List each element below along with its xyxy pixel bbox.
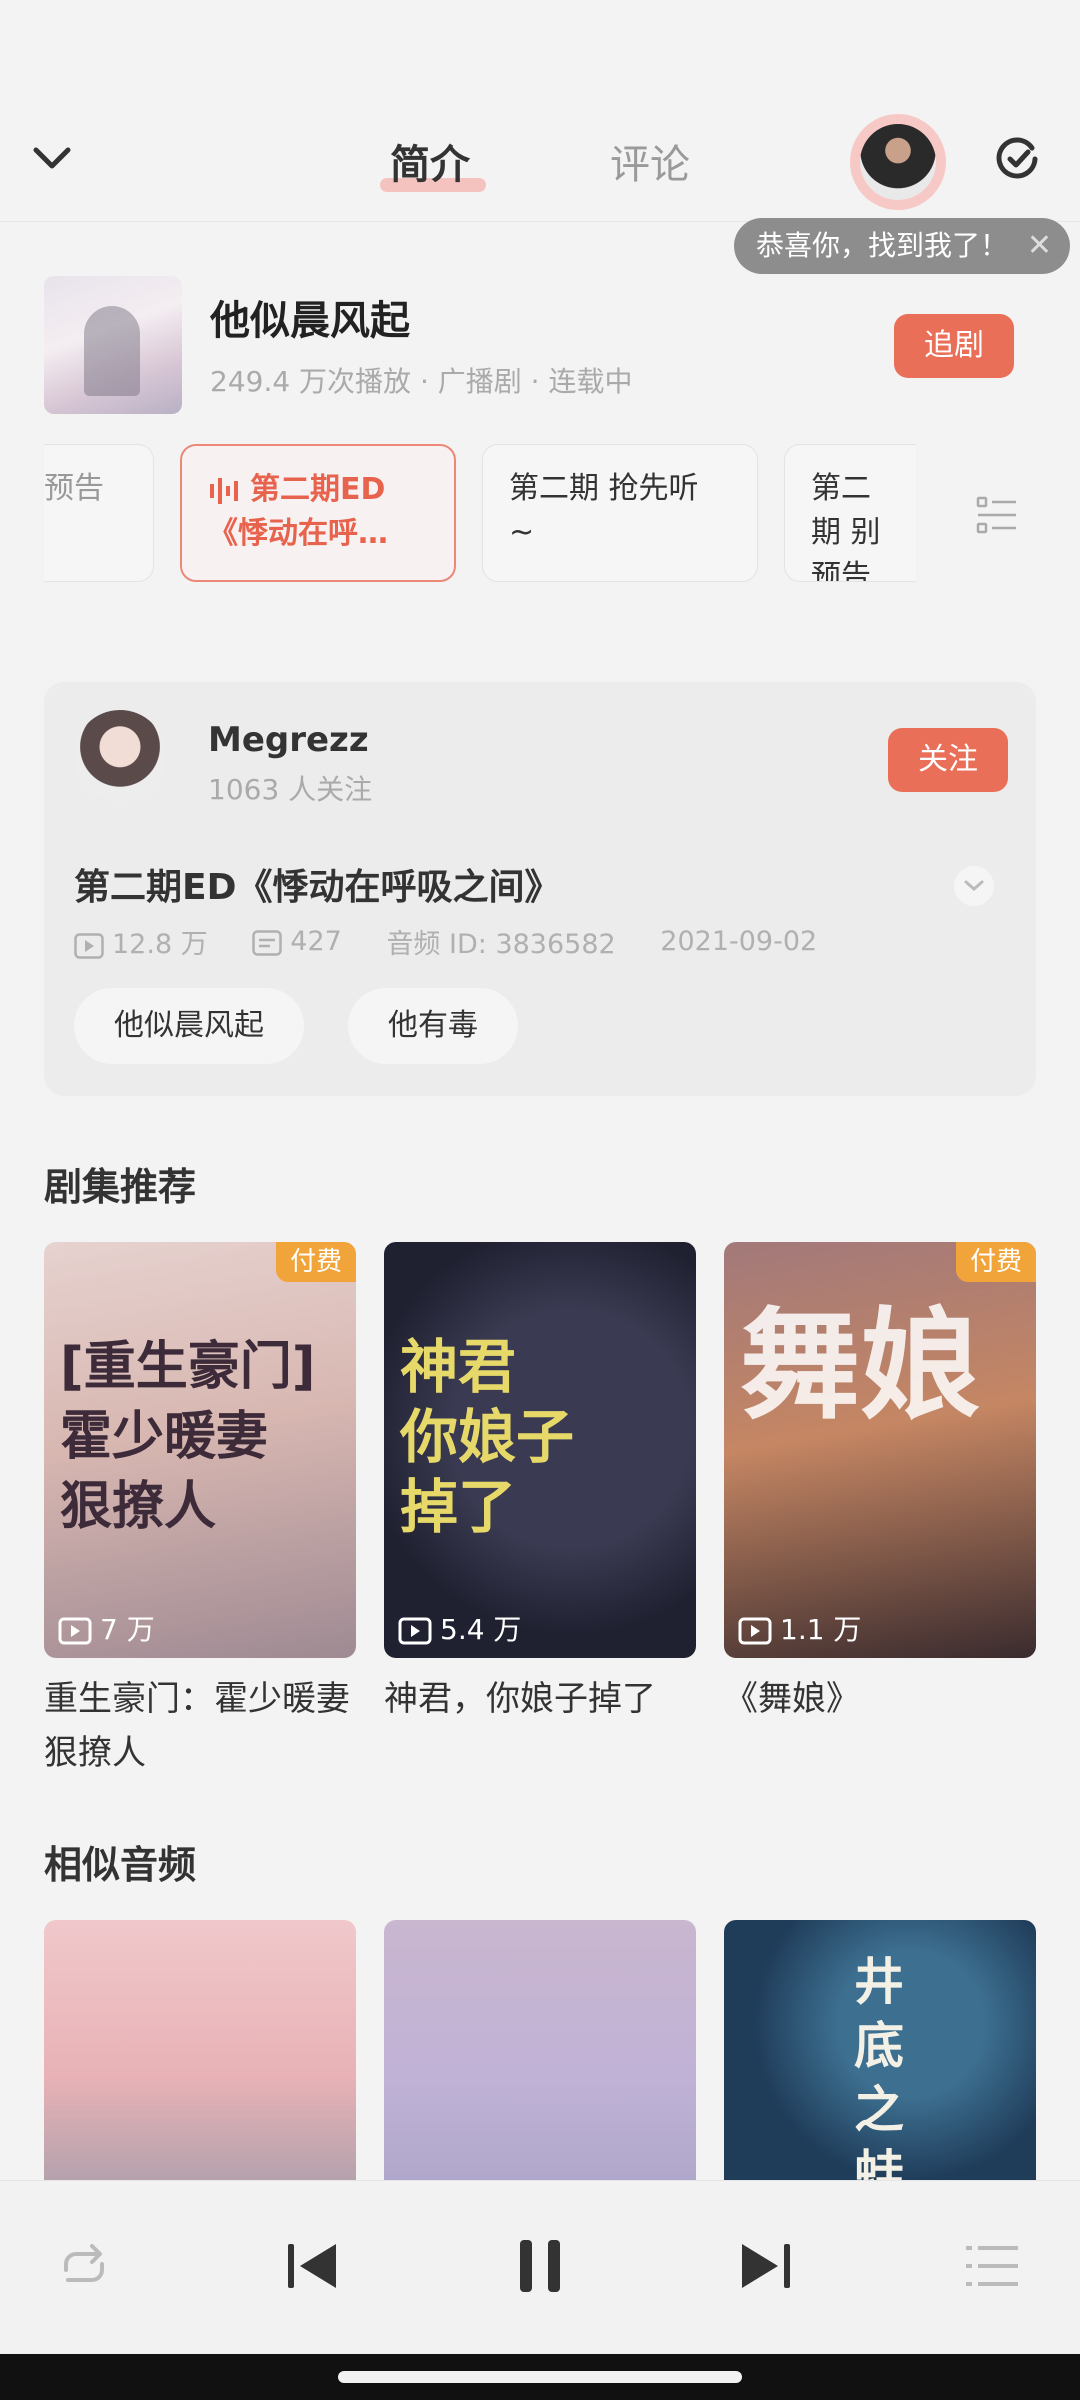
author-followers: 1063 人关注 — [208, 773, 373, 806]
recommend-section-title: 剧集推荐 — [44, 1165, 197, 1209]
recommend-card[interactable]: [重生豪门] 霍少暖妻 狠撩人 付费 7 万 — [44, 1242, 356, 1658]
previous-icon[interactable] — [280, 2234, 344, 2298]
cover-art-text: 井底之蛙 — [854, 1953, 904, 2180]
cover-art-text: [重生豪门] 霍少暖妻 狠撩人 — [60, 1337, 316, 1537]
similar-card[interactable] — [44, 1920, 356, 2180]
follow-drama-button[interactable]: 追剧 — [894, 314, 1014, 378]
recommend-title[interactable]: 神君，你娘子掉了 — [384, 1672, 696, 1726]
playing-bars-icon — [210, 477, 238, 504]
play-count: 12.8 万 — [74, 922, 208, 961]
home-indicator[interactable] — [338, 2371, 742, 2383]
episode-list-icon[interactable] — [976, 494, 1018, 536]
play-icon — [74, 932, 104, 959]
publish-date: 2021-09-02 — [660, 926, 818, 957]
episode-item[interactable]: 预告 — [44, 444, 154, 582]
tooltip: 恭喜你，找到我了！ ✕ — [734, 218, 1070, 274]
status-bar-area — [0, 0, 1080, 100]
tag-chip[interactable]: 他似晨风起 — [74, 988, 304, 1064]
play-icon — [398, 1617, 432, 1645]
episode-item[interactable]: 第二期 抢先听 ~ — [482, 444, 758, 582]
play-count: 7 万 — [58, 1610, 155, 1650]
pause-icon[interactable] — [508, 2234, 572, 2298]
cover-art-text: 舞娘 — [740, 1297, 980, 1436]
queue-icon[interactable] — [960, 2234, 1024, 2298]
similar-section-title: 相似音频 — [44, 1843, 197, 1887]
close-icon[interactable]: ✕ — [1027, 218, 1052, 274]
audio-stats: 12.8 万 427 音频 ID: 3836582 2021-09-02 — [74, 922, 853, 961]
episode-label: 第二期 抢先听 ~ — [509, 471, 699, 550]
next-icon[interactable] — [734, 2234, 798, 2298]
recommend-title[interactable]: 重生豪门：霍少暖妻狠撩人 — [44, 1672, 356, 1780]
expand-chevron-icon[interactable] — [954, 866, 994, 906]
danmaku-count: 427 — [252, 926, 342, 957]
follow-author-button[interactable]: 关注 — [888, 728, 1008, 792]
recommend-card[interactable]: 舞娘 付费 1.1 万 — [724, 1242, 1036, 1658]
cover-art-text: 神君 你娘子 掉了 — [400, 1333, 575, 1541]
paid-badge: 付费 — [276, 1242, 356, 1282]
episode-label: 第二期 别预告 — [811, 471, 881, 582]
author-name[interactable]: Megrezz — [208, 720, 369, 760]
drama-title[interactable]: 他似晨风起 — [210, 288, 410, 346]
danmaku-icon — [252, 929, 283, 956]
recommend-card[interactable]: 神君 你娘子 掉了 5.4 万 — [384, 1242, 696, 1658]
similar-card[interactable]: 井底之蛙 — [724, 1920, 1036, 2180]
repeat-icon[interactable] — [52, 2234, 116, 2298]
paid-badge: 付费 — [956, 1242, 1036, 1282]
episode-item-active[interactable]: 第二期ED《悸动在呼… — [180, 444, 456, 582]
avatar[interactable] — [860, 124, 936, 200]
tooltip-text: 恭喜你，找到我了！ — [756, 229, 1009, 262]
chevron-down-icon[interactable] — [28, 134, 76, 182]
play-icon — [58, 1617, 92, 1645]
episode-label: 预告 — [44, 471, 104, 506]
audio-title: 第二期ED《悸动在呼吸之间》 — [74, 867, 561, 908]
tag-chip[interactable]: 他有毒 — [348, 988, 518, 1064]
episode-item[interactable]: 第二期 别预告 — [784, 444, 916, 582]
tab-comments[interactable]: 评论 — [610, 132, 690, 190]
drama-cover[interactable] — [44, 276, 182, 414]
similar-card[interactable] — [384, 1920, 696, 2180]
play-icon — [738, 1617, 772, 1645]
recommend-title[interactable]: 《舞娘》 — [724, 1672, 1036, 1726]
author-avatar[interactable] — [74, 710, 166, 802]
audio-id: 音频 ID: 3836582 — [386, 929, 616, 960]
play-count: 5.4 万 — [398, 1610, 521, 1650]
play-count: 1.1 万 — [738, 1610, 861, 1650]
refresh-icon[interactable] — [992, 134, 1042, 184]
tab-intro[interactable]: 简介 — [390, 132, 470, 190]
drama-meta: 249.4 万次播放 · 广播剧 · 连载中 — [210, 365, 633, 398]
